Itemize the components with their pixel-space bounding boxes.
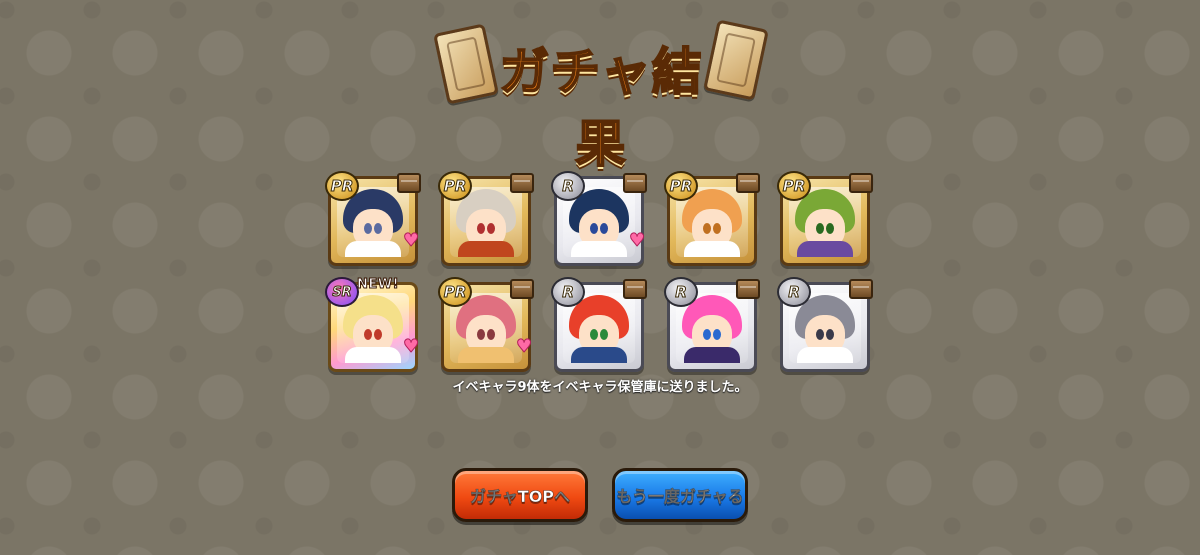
result-message: イベキャラ9体をイベキャラ保管庫に送りました。 <box>452 380 748 395</box>
character-card[interactable]: PR ♥ <box>325 171 421 266</box>
gacha-result-grid: PR ♥ PR R ♥ PR PR SR NEW! ♥ PR ♥ R R R <box>325 171 873 372</box>
storage-box-icon <box>623 173 647 193</box>
rarity-badge: PR <box>664 171 698 201</box>
heart-icon: ♥ <box>516 336 533 357</box>
character-eye <box>364 223 372 234</box>
character-outfit <box>684 347 740 363</box>
storage-box-icon <box>849 279 873 299</box>
character-outfit <box>345 241 401 257</box>
heart-icon: ♥ <box>403 336 420 357</box>
storage-box-icon <box>510 279 534 299</box>
character-outfit <box>571 347 627 363</box>
storage-box-icon <box>736 173 760 193</box>
character-outfit <box>458 347 514 363</box>
gacha-top-button[interactable]: ガチャTOPへ <box>452 468 588 522</box>
character-eye <box>364 329 372 340</box>
character-eye <box>600 223 608 234</box>
rarity-badge: R <box>551 171 585 201</box>
character-eye <box>703 329 711 340</box>
rarity-badge: SR <box>325 277 359 307</box>
character-card[interactable]: SR NEW! ♥ <box>325 277 420 372</box>
character-outfit <box>684 241 740 257</box>
character-eye <box>703 223 711 234</box>
character-eye <box>477 329 485 340</box>
character-eye <box>816 223 824 234</box>
character-card[interactable]: R ♥ <box>551 171 647 266</box>
rarity-badge: R <box>664 277 698 307</box>
character-card[interactable]: PR ♥ <box>438 277 534 372</box>
character-outfit <box>797 241 853 257</box>
rarity-badge: R <box>777 277 811 307</box>
character-eye <box>713 329 721 340</box>
rarity-badge: PR <box>777 171 811 201</box>
storage-box-icon <box>623 279 647 299</box>
character-card[interactable]: R <box>551 277 647 372</box>
character-outfit <box>797 347 853 363</box>
character-outfit <box>458 241 514 257</box>
character-card[interactable]: PR <box>777 171 873 266</box>
character-eye <box>590 223 598 234</box>
storage-box-icon <box>736 279 760 299</box>
rarity-badge: PR <box>438 277 472 307</box>
heart-icon: ♥ <box>629 230 646 251</box>
character-eye <box>374 223 382 234</box>
character-eye <box>600 329 608 340</box>
character-eye <box>826 223 834 234</box>
storage-box-icon <box>510 173 534 193</box>
character-card[interactable]: R <box>664 277 760 372</box>
gacha-again-button[interactable]: もう一度ガチャる <box>612 468 748 522</box>
page-title: ガチャ結果 <box>498 42 703 174</box>
character-card[interactable]: R <box>777 277 873 372</box>
rarity-badge: R <box>551 277 585 307</box>
storage-box-icon <box>397 173 421 193</box>
character-eye <box>477 223 485 234</box>
character-eye <box>487 223 495 234</box>
character-outfit <box>571 241 627 257</box>
character-eye <box>374 329 382 340</box>
character-card[interactable]: PR <box>438 171 534 266</box>
title-banner: ガチャ結果 <box>433 14 769 174</box>
character-card[interactable]: PR <box>664 171 760 266</box>
rarity-badge: PR <box>325 171 359 201</box>
heart-icon: ♥ <box>403 230 420 251</box>
storage-box-icon <box>849 173 873 193</box>
character-eye <box>816 329 824 340</box>
character-eye <box>487 329 495 340</box>
character-eye <box>826 329 834 340</box>
new-badge: NEW! <box>356 277 400 293</box>
rarity-badge: PR <box>438 171 472 201</box>
character-outfit <box>345 347 401 363</box>
character-eye <box>590 329 598 340</box>
character-eye <box>713 223 721 234</box>
